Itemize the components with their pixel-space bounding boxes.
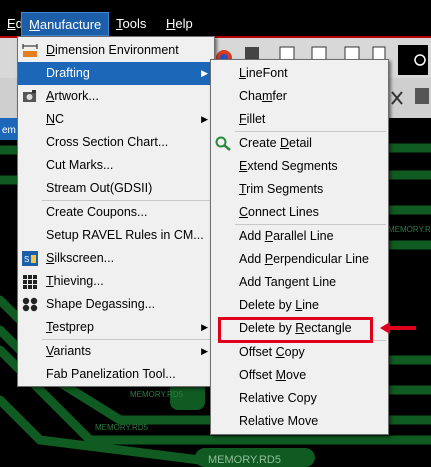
svg-text:S: S [24,255,29,264]
dimension-icon [22,43,38,58]
menu-item-testprep[interactable]: Testprep ▶ [18,316,214,339]
menu-item-label: Artwork... [46,89,99,103]
menu-item-artwork[interactable]: Artwork... [18,85,214,108]
menu-item-label: Setup RAVEL Rules in CM... [46,228,204,242]
zoom-detail-icon [215,136,231,151]
menu-item-nc[interactable]: NC ▶ [18,108,214,131]
menu-item-label: Variants [46,344,91,358]
drafting-item-delete-by-line[interactable]: Delete by Line [211,294,388,317]
drafting-item-add-perpendicular-line[interactable]: Add Perpendicular Line [211,248,388,271]
menu-item-label: Stream Out(GDSII) [46,181,153,195]
menu-item-label: Fab Panelization Tool... [46,367,176,381]
drafting-item-trim-segments[interactable]: Trim Segments [211,178,388,201]
menu-item-label: Relative Copy [239,391,317,405]
menu-item-dimension-environment[interactable]: Dimension Environment [18,39,214,62]
menu-item-label: Offset Copy [239,345,305,359]
chevron-right-icon: ▶ [201,346,208,356]
menu-item-label: LineFont [239,66,288,80]
menu-item-label: Create Detail [239,136,312,150]
net-label: MEMORY.RD5 [95,423,149,432]
menu-item-label: Cut Marks... [46,158,114,172]
menu-item-create-coupons[interactable]: Create Coupons... [18,201,214,224]
chevron-right-icon: ▶ [201,114,208,124]
menu-item-shape-degassing[interactable]: Shape Degassing... [18,293,214,316]
net-label: MEMORY.RD5 [130,390,184,399]
chevron-right-icon: ▶ [201,68,208,78]
manufacture-menu: Dimension Environment Drafting ▶ Artwork...… [17,36,215,387]
drafting-item-offset-copy[interactable]: Offset Copy [211,341,388,364]
net-label: MEMORY.RD5 [388,225,431,234]
menu-item-label: Relative Move [239,414,319,428]
menu-item-label: Shape Degassing... [46,297,156,311]
menu-item-label: Trim Segments [239,182,324,196]
thieving-icon [22,274,38,289]
drafting-item-create-detail[interactable]: Create Detail [211,132,388,155]
menu-item-label: Drafting [46,66,90,80]
drafting-item-add-tangent-line[interactable]: Add Tangent Line [211,271,388,294]
menu-item-thieving[interactable]: Thieving... [18,270,214,293]
menu-item-label: Extend Segments [239,159,338,173]
drafting-item-linefont[interactable]: LineFont [211,62,388,85]
menu-item-cut-marks[interactable]: Cut Marks... [18,154,214,177]
drafting-submenu: LineFont Chamfer Fillet Create Detail Extend… [210,59,389,435]
menu-item-label: Fillet [239,112,266,126]
callout-highlight-box [218,317,373,343]
menu-item-label: Testprep [46,320,94,334]
callout-arrow-icon [380,322,416,334]
silkscreen-icon: S [22,251,38,266]
drafting-item-relative-copy[interactable]: Relative Copy [211,387,388,410]
menu-item-fab-panelization-tool[interactable]: Fab Panelization Tool... [18,363,214,386]
menu-item-label: Thieving... [46,274,104,288]
menu-item-label: Connect Lines [239,205,319,219]
menu-item-label: Offset Move [239,368,307,382]
menu-item-label: Add Perpendicular Line [239,252,369,266]
drafting-item-chamfer[interactable]: Chamfer [211,85,388,108]
drafting-item-fillet[interactable]: Fillet [211,108,388,131]
menu-bar: Edit Manufacture Tools Help [0,12,431,36]
menu-item-variants[interactable]: Variants ▶ [18,340,214,363]
menu-item-label: Delete by Line [239,298,319,312]
artwork-icon [22,89,38,104]
menu-help[interactable]: Help [159,12,200,36]
menu-manufacture[interactable]: Manufacture [21,12,110,36]
menu-item-label: Chamfer [239,89,287,103]
menu-item-label: Add Tangent Line [239,275,337,289]
drafting-item-offset-move[interactable]: Offset Move [211,364,388,387]
menu-item-label: Cross Section Chart... [46,135,169,149]
menu-item-drafting[interactable]: Drafting ▶ [18,62,214,85]
menu-item-label: Create Coupons... [46,205,148,219]
menu-item-label: Dimension Environment [46,43,179,57]
menu-tools[interactable]: Tools [109,12,153,36]
chevron-right-icon: ▶ [201,322,208,332]
drafting-item-relative-move[interactable]: Relative Move [211,410,388,433]
drafting-item-extend-segments[interactable]: Extend Segments [211,155,388,178]
menu-item-label: NC [46,112,65,126]
tab-fragment: em [2,125,16,136]
menu-item-cross-section-chart[interactable]: Cross Section Chart... [18,131,214,154]
menu-item-setup-ravel-rules-in-cm[interactable]: Setup RAVEL Rules in CM... [18,224,214,247]
drafting-item-add-parallel-line[interactable]: Add Parallel Line [211,225,388,248]
menu-item-silkscreen[interactable]: S Silkscreen... [18,247,214,270]
menu-item-label: Add Parallel Line [239,229,334,243]
drafting-item-connect-lines[interactable]: Connect Lines [211,201,388,224]
menu-item-label: Silkscreen... [46,251,115,265]
degassing-icon [22,297,38,312]
menu-item-stream-out-gdsii[interactable]: Stream Out(GDSII) [18,177,214,200]
net-label: MEMORY.RD5 [208,454,281,466]
